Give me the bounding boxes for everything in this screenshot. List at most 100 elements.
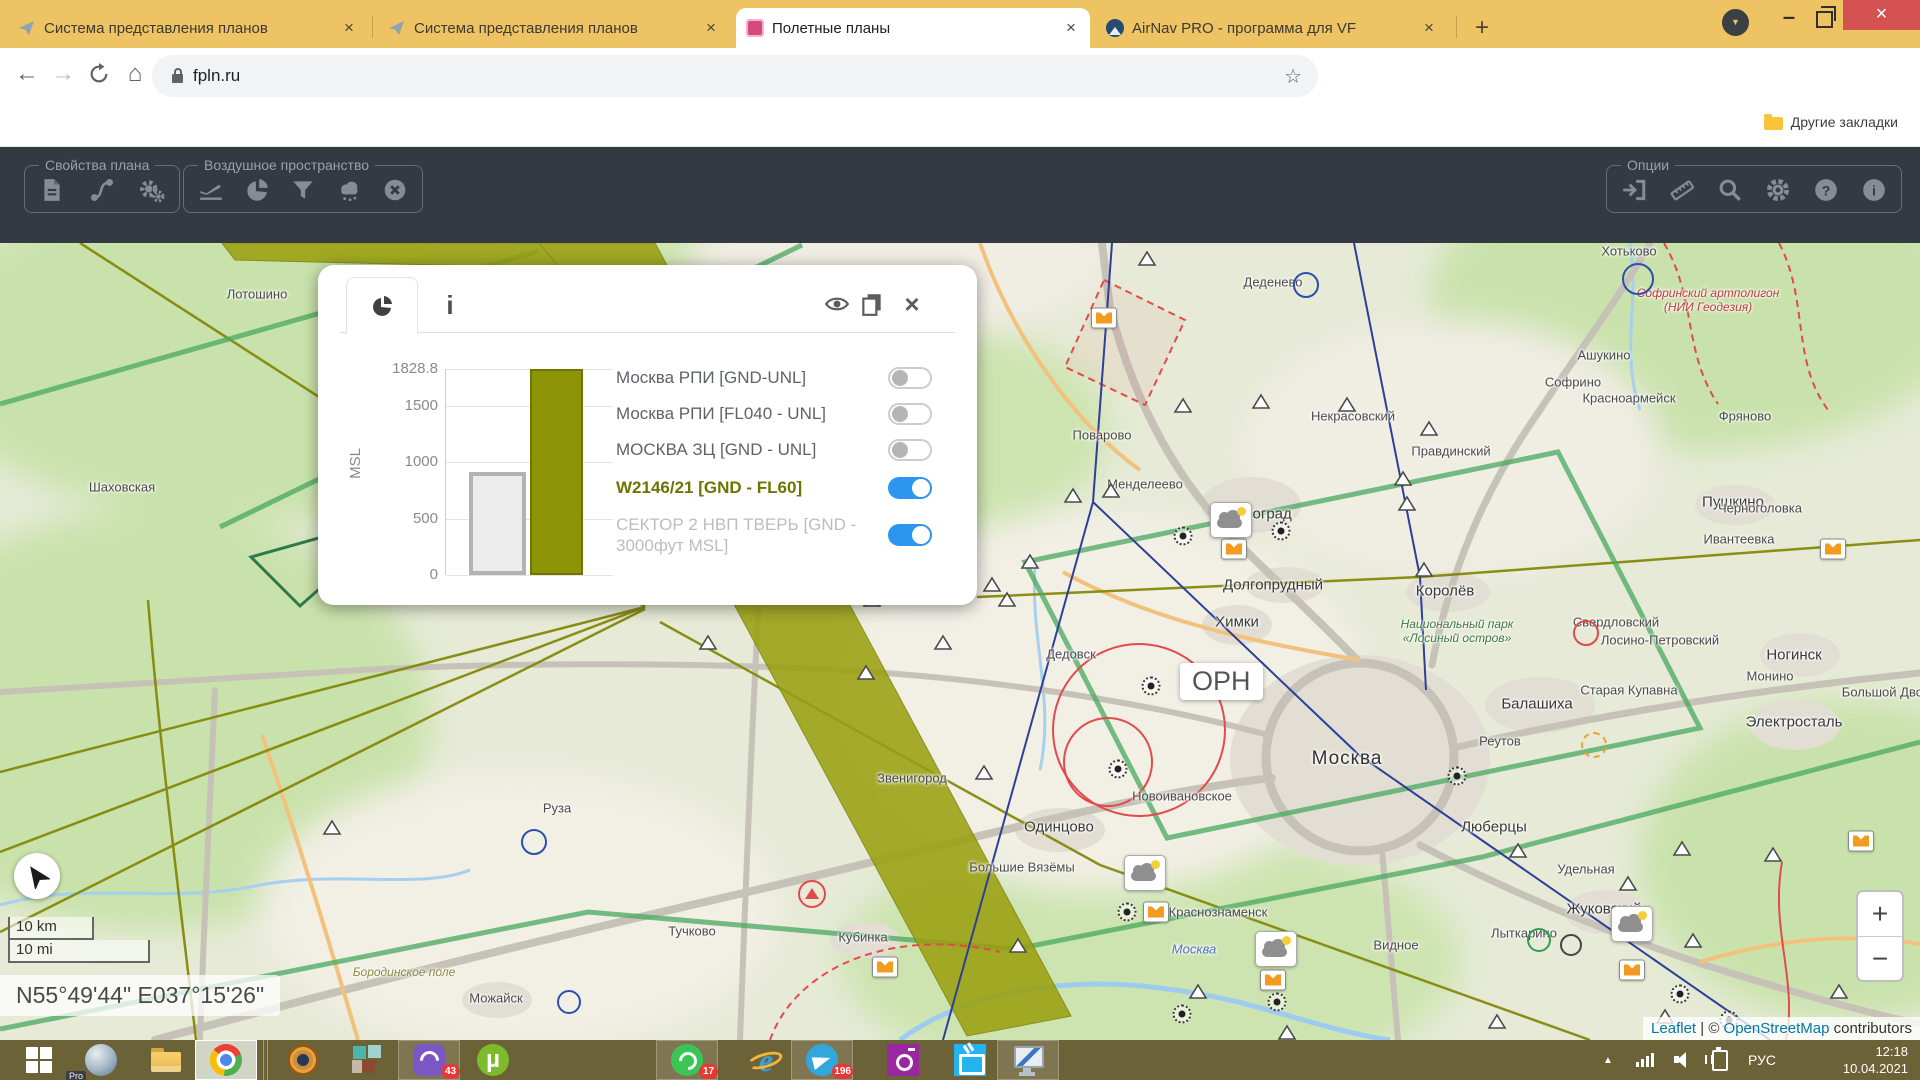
navaid-marker[interactable] — [1118, 903, 1137, 922]
layer-toggle[interactable] — [888, 403, 932, 425]
circle-marker[interactable] — [557, 990, 581, 1014]
circle-marker[interactable] — [1581, 732, 1607, 758]
info-icon[interactable]: i — [1861, 177, 1887, 203]
forward-button[interactable]: → — [48, 60, 78, 88]
waypoint-triangle-marker[interactable] — [1174, 398, 1193, 419]
search-icon[interactable] — [1717, 177, 1743, 203]
pie-chart-icon[interactable] — [244, 177, 270, 203]
visibility-button[interactable] — [824, 291, 850, 317]
taskbar-app-utorrent[interactable]: µ — [462, 1040, 524, 1080]
taskbar-app-file-explorer[interactable] — [135, 1040, 197, 1080]
mail-marker[interactable] — [1221, 539, 1247, 560]
taskbar-app-whatsapp[interactable]: 17 — [656, 1040, 718, 1080]
navaid-marker[interactable] — [1109, 760, 1128, 779]
waypoint-triangle-marker[interactable] — [1338, 397, 1357, 418]
restore-button[interactable] — [1816, 11, 1833, 28]
url-text[interactable]: fpln.ru — [193, 66, 240, 86]
waypoint-triangle-marker[interactable] — [1189, 984, 1208, 1005]
weather-marker[interactable] — [1124, 855, 1166, 891]
taskbar-app-sas-planet[interactable] — [272, 1040, 334, 1080]
circle-marker[interactable] — [1560, 934, 1582, 956]
document-icon[interactable] — [39, 177, 65, 203]
mail-marker[interactable] — [1260, 970, 1286, 991]
navaid-marker[interactable] — [1173, 1005, 1192, 1024]
mail-marker[interactable] — [872, 957, 898, 978]
navaid-marker[interactable] — [1448, 767, 1467, 786]
weather-marker[interactable] — [1255, 931, 1297, 967]
back-button[interactable]: ← — [12, 60, 42, 88]
settings-icon[interactable] — [1765, 177, 1791, 203]
waypoint-triangle-marker[interactable] — [857, 665, 876, 686]
mail-marker[interactable] — [1091, 308, 1117, 329]
network-icon[interactable] — [1636, 1040, 1654, 1080]
waypoint-triangle-marker[interactable] — [1009, 938, 1028, 959]
route-icon[interactable] — [89, 177, 115, 203]
tab-flight-plans-active[interactable]: Полетные планы × — [736, 8, 1090, 48]
waypoint-triangle-marker[interactable] — [1619, 876, 1638, 897]
circle-marker[interactable] — [1573, 620, 1599, 646]
navaid-marker[interactable] — [1272, 522, 1291, 541]
waypoint-triangle-marker[interactable] — [934, 635, 953, 656]
taskbar-app-system-monitor[interactable] — [997, 1040, 1059, 1080]
mail-marker[interactable] — [1848, 831, 1874, 852]
zoom-in-button[interactable]: + — [1858, 892, 1902, 937]
tab-close-icon[interactable]: × — [1062, 18, 1080, 38]
filter-icon[interactable] — [290, 177, 316, 203]
tab-close-icon[interactable]: × — [340, 18, 358, 38]
waypoint-triangle-marker[interactable] — [1138, 251, 1157, 272]
volume-icon[interactable] — [1674, 1040, 1692, 1080]
waypoint-triangle-marker[interactable] — [1830, 984, 1849, 1005]
mail-marker[interactable] — [1143, 902, 1169, 923]
map-canvas[interactable]: ЛотошиноШаховскаяРузаТучковоКубинкаМожай… — [0, 243, 1920, 1040]
taskbar-clock[interactable]: 12:18 10.04.2021 — [1843, 1043, 1908, 1077]
tab-search-button[interactable]: ▼ — [1722, 9, 1749, 36]
minimize-button[interactable]: – — [1772, 6, 1806, 32]
taskbar-app-chrome[interactable] — [195, 1040, 257, 1080]
waypoint-triangle-marker[interactable] — [1252, 394, 1271, 415]
mail-marker[interactable] — [1820, 539, 1846, 560]
login-icon[interactable] — [1621, 177, 1647, 203]
taskbar-app-telegram[interactable]: 196 — [791, 1040, 853, 1080]
taskbar-app-google-earth[interactable]: Pro — [70, 1040, 132, 1080]
layer-toggle[interactable] — [888, 477, 932, 499]
tab-airnav[interactable]: AirNav PRO - программа для VF × — [1096, 8, 1448, 48]
taskbar-app-tv-app[interactable] — [939, 1040, 1001, 1080]
address-bar[interactable]: fpln.ru ☆ — [152, 55, 1318, 97]
tab-close-icon[interactable]: × — [1420, 18, 1438, 38]
waypoint-triangle-marker[interactable] — [1764, 847, 1783, 868]
close-window-button[interactable]: × — [1843, 0, 1920, 30]
waypoint-triangle-marker[interactable] — [1021, 554, 1040, 575]
waypoint-triangle-marker[interactable] — [1488, 1014, 1507, 1035]
layer-toggle[interactable] — [888, 367, 932, 389]
layer-toggle[interactable] — [888, 439, 932, 461]
reload-button[interactable] — [84, 63, 114, 92]
navaid-marker[interactable] — [1142, 677, 1161, 696]
taskbar-app-windows-start[interactable] — [8, 1040, 70, 1080]
poi-label[interactable]: ОРН — [1180, 663, 1263, 700]
mail-marker[interactable] — [1619, 960, 1645, 981]
copy-button[interactable] — [859, 291, 885, 317]
locate-button[interactable] — [14, 853, 60, 899]
clear-icon[interactable] — [382, 177, 408, 203]
waypoint-triangle-marker[interactable] — [1064, 488, 1083, 509]
show-hidden-icons-button[interactable]: ▲ — [1596, 1040, 1620, 1080]
waypoint-triangle-marker[interactable] — [1398, 496, 1417, 517]
power-icon[interactable] — [1712, 1040, 1728, 1080]
popup-close-button[interactable]: × — [899, 291, 925, 317]
waypoint-triangle-marker[interactable] — [1684, 933, 1703, 954]
weather-marker[interactable] — [1210, 502, 1252, 538]
popup-tab-info[interactable]: i — [430, 285, 470, 325]
waypoint-triangle-marker[interactable] — [1278, 1025, 1297, 1041]
weather-marker[interactable] — [1611, 906, 1653, 942]
circle-marker[interactable] — [1527, 928, 1551, 952]
taskbar-app-map-tools[interactable] — [336, 1040, 398, 1080]
taskbar-app-viber[interactable]: 43 — [398, 1040, 460, 1080]
taskbar-app-internet-explorer[interactable]: e — [735, 1040, 797, 1080]
layer-toggle[interactable] — [888, 524, 932, 546]
waypoint-triangle-marker[interactable] — [1420, 421, 1439, 442]
waypoint-triangle-marker[interactable] — [1102, 483, 1121, 504]
home-button[interactable]: ⌂ — [120, 60, 150, 88]
circle-marker[interactable] — [1622, 263, 1654, 295]
new-tab-button[interactable]: + — [1468, 14, 1496, 42]
circle-marker[interactable] — [521, 829, 547, 855]
